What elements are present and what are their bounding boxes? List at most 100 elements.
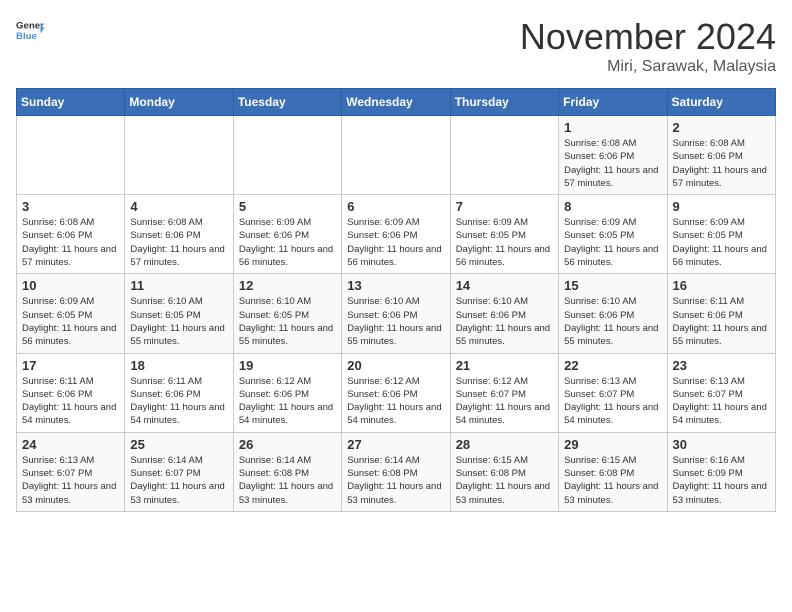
calendar-cell: 30 Sunrise: 6:16 AM Sunset: 6:09 PM Dayli… xyxy=(667,432,775,511)
day-number: 8 xyxy=(564,199,661,214)
day-info: Sunrise: 6:12 AM Sunset: 6:06 PM Dayligh… xyxy=(239,375,336,428)
day-number: 24 xyxy=(22,437,119,452)
day-info: Sunrise: 6:09 AM Sunset: 6:05 PM Dayligh… xyxy=(673,216,770,269)
day-info: Sunrise: 6:11 AM Sunset: 6:06 PM Dayligh… xyxy=(130,375,227,428)
calendar-cell: 5 Sunrise: 6:09 AM Sunset: 6:06 PM Daylig… xyxy=(233,195,341,274)
title-block: November 2024 Miri, Sarawak, Malaysia xyxy=(520,16,776,76)
col-header-tuesday: Tuesday xyxy=(233,89,341,116)
calendar-cell: 29Sunrise: 6:15 AM Sunset: 6:08 PM Dayli… xyxy=(559,432,667,511)
calendar-week-row: 1Sunrise: 6:08 AM Sunset: 6:06 PM Daylig… xyxy=(17,116,776,195)
page-header: General Blue November 2024 Miri, Sarawak… xyxy=(16,16,776,76)
day-number: 23 xyxy=(673,358,770,373)
day-info: Sunrise: 6:10 AM Sunset: 6:06 PM Dayligh… xyxy=(347,295,444,348)
calendar-cell: 9 Sunrise: 6:09 AM Sunset: 6:05 PM Daylig… xyxy=(667,195,775,274)
day-number: 14 xyxy=(456,278,553,293)
calendar-cell: 25Sunrise: 6:14 AM Sunset: 6:07 PM Dayli… xyxy=(125,432,233,511)
calendar-cell: 12 Sunrise: 6:10 AM Sunset: 6:05 PM Dayli… xyxy=(233,274,341,353)
day-info: Sunrise: 6:11 AM Sunset: 6:06 PM Dayligh… xyxy=(673,295,770,348)
day-info: Sunrise: 6:14 AM Sunset: 6:07 PM Dayligh… xyxy=(130,454,227,507)
calendar-cell: 18 Sunrise: 6:11 AM Sunset: 6:06 PM Dayli… xyxy=(125,353,233,432)
day-info: Sunrise: 6:09 AM Sunset: 6:05 PM Dayligh… xyxy=(564,216,661,269)
calendar-cell: 4 Sunrise: 6:08 AM Sunset: 6:06 PM Daylig… xyxy=(125,195,233,274)
calendar-cell: 19 Sunrise: 6:12 AM Sunset: 6:06 PM Dayli… xyxy=(233,353,341,432)
col-header-monday: Monday xyxy=(125,89,233,116)
calendar-table: SundayMondayTuesdayWednesdayThursdayFrid… xyxy=(16,88,776,512)
calendar-cell: 2 Sunrise: 6:08 AM Sunset: 6:06 PM Daylig… xyxy=(667,116,775,195)
day-number: 5 xyxy=(239,199,336,214)
day-number: 27 xyxy=(347,437,444,452)
day-info: Sunrise: 6:10 AM Sunset: 6:05 PM Dayligh… xyxy=(130,295,227,348)
day-number: 16 xyxy=(673,278,770,293)
calendar-week-row: 17 Sunrise: 6:11 AM Sunset: 6:06 PM Dayli… xyxy=(17,353,776,432)
day-info: Sunrise: 6:14 AM Sunset: 6:08 PM Dayligh… xyxy=(347,454,444,507)
calendar-cell: 23 Sunrise: 6:13 AM Sunset: 6:07 PM Dayli… xyxy=(667,353,775,432)
day-info: Sunrise: 6:08 AM Sunset: 6:06 PM Dayligh… xyxy=(130,216,227,269)
calendar-cell xyxy=(233,116,341,195)
col-header-friday: Friday xyxy=(559,89,667,116)
day-info: Sunrise: 6:12 AM Sunset: 6:06 PM Dayligh… xyxy=(347,375,444,428)
day-number: 15 xyxy=(564,278,661,293)
day-info: Sunrise: 6:10 AM Sunset: 6:05 PM Dayligh… xyxy=(239,295,336,348)
day-number: 9 xyxy=(673,199,770,214)
calendar-header-row: SundayMondayTuesdayWednesdayThursdayFrid… xyxy=(17,89,776,116)
day-info: Sunrise: 6:12 AM Sunset: 6:07 PM Dayligh… xyxy=(456,375,553,428)
calendar-week-row: 10 Sunrise: 6:09 AM Sunset: 6:05 PM Dayli… xyxy=(17,274,776,353)
calendar-cell: 15Sunrise: 6:10 AM Sunset: 6:06 PM Dayli… xyxy=(559,274,667,353)
calendar-cell: 10 Sunrise: 6:09 AM Sunset: 6:05 PM Dayli… xyxy=(17,274,125,353)
day-number: 10 xyxy=(22,278,119,293)
day-number: 7 xyxy=(456,199,553,214)
day-number: 13 xyxy=(347,278,444,293)
calendar-cell: 28Sunrise: 6:15 AM Sunset: 6:08 PM Dayli… xyxy=(450,432,558,511)
day-number: 4 xyxy=(130,199,227,214)
day-info: Sunrise: 6:13 AM Sunset: 6:07 PM Dayligh… xyxy=(564,375,661,428)
calendar-cell: 14 Sunrise: 6:10 AM Sunset: 6:06 PM Dayli… xyxy=(450,274,558,353)
day-info: Sunrise: 6:09 AM Sunset: 6:05 PM Dayligh… xyxy=(22,295,119,348)
day-number: 18 xyxy=(130,358,227,373)
day-number: 12 xyxy=(239,278,336,293)
col-header-thursday: Thursday xyxy=(450,89,558,116)
calendar-cell: 26 Sunrise: 6:14 AM Sunset: 6:08 PM Dayli… xyxy=(233,432,341,511)
day-info: Sunrise: 6:08 AM Sunset: 6:06 PM Dayligh… xyxy=(673,137,770,190)
day-number: 30 xyxy=(673,437,770,452)
day-number: 20 xyxy=(347,358,444,373)
day-info: Sunrise: 6:16 AM Sunset: 6:09 PM Dayligh… xyxy=(673,454,770,507)
day-info: Sunrise: 6:11 AM Sunset: 6:06 PM Dayligh… xyxy=(22,375,119,428)
calendar-cell: 1Sunrise: 6:08 AM Sunset: 6:06 PM Daylig… xyxy=(559,116,667,195)
day-info: Sunrise: 6:15 AM Sunset: 6:08 PM Dayligh… xyxy=(564,454,661,507)
calendar-cell xyxy=(342,116,450,195)
col-header-sunday: Sunday xyxy=(17,89,125,116)
day-info: Sunrise: 6:08 AM Sunset: 6:06 PM Dayligh… xyxy=(564,137,661,190)
day-number: 2 xyxy=(673,120,770,135)
day-info: Sunrise: 6:15 AM Sunset: 6:08 PM Dayligh… xyxy=(456,454,553,507)
day-info: Sunrise: 6:09 AM Sunset: 6:06 PM Dayligh… xyxy=(347,216,444,269)
calendar-cell xyxy=(450,116,558,195)
day-info: Sunrise: 6:14 AM Sunset: 6:08 PM Dayligh… xyxy=(239,454,336,507)
day-number: 22 xyxy=(564,358,661,373)
day-info: Sunrise: 6:13 AM Sunset: 6:07 PM Dayligh… xyxy=(22,454,119,507)
calendar-cell: 17 Sunrise: 6:11 AM Sunset: 6:06 PM Dayli… xyxy=(17,353,125,432)
day-number: 21 xyxy=(456,358,553,373)
logo: General Blue xyxy=(16,16,44,44)
location-subtitle: Miri, Sarawak, Malaysia xyxy=(520,58,776,76)
day-number: 17 xyxy=(22,358,119,373)
calendar-cell: 20 Sunrise: 6:12 AM Sunset: 6:06 PM Dayli… xyxy=(342,353,450,432)
day-info: Sunrise: 6:09 AM Sunset: 6:05 PM Dayligh… xyxy=(456,216,553,269)
calendar-cell: 8 Sunrise: 6:09 AM Sunset: 6:05 PM Daylig… xyxy=(559,195,667,274)
calendar-cell xyxy=(17,116,125,195)
day-number: 19 xyxy=(239,358,336,373)
svg-text:Blue: Blue xyxy=(16,31,37,42)
day-info: Sunrise: 6:13 AM Sunset: 6:07 PM Dayligh… xyxy=(673,375,770,428)
day-number: 11 xyxy=(130,278,227,293)
calendar-cell: 7 Sunrise: 6:09 AM Sunset: 6:05 PM Daylig… xyxy=(450,195,558,274)
calendar-cell: 22 Sunrise: 6:13 AM Sunset: 6:07 PM Dayli… xyxy=(559,353,667,432)
day-number: 6 xyxy=(347,199,444,214)
day-number: 26 xyxy=(239,437,336,452)
col-header-saturday: Saturday xyxy=(667,89,775,116)
calendar-cell: 11 Sunrise: 6:10 AM Sunset: 6:05 PM Dayli… xyxy=(125,274,233,353)
calendar-cell xyxy=(125,116,233,195)
calendar-week-row: 3Sunrise: 6:08 AM Sunset: 6:06 PM Daylig… xyxy=(17,195,776,274)
day-info: Sunrise: 6:08 AM Sunset: 6:06 PM Dayligh… xyxy=(22,216,119,269)
calendar-cell: 27 Sunrise: 6:14 AM Sunset: 6:08 PM Dayli… xyxy=(342,432,450,511)
day-info: Sunrise: 6:09 AM Sunset: 6:06 PM Dayligh… xyxy=(239,216,336,269)
day-info: Sunrise: 6:10 AM Sunset: 6:06 PM Dayligh… xyxy=(456,295,553,348)
